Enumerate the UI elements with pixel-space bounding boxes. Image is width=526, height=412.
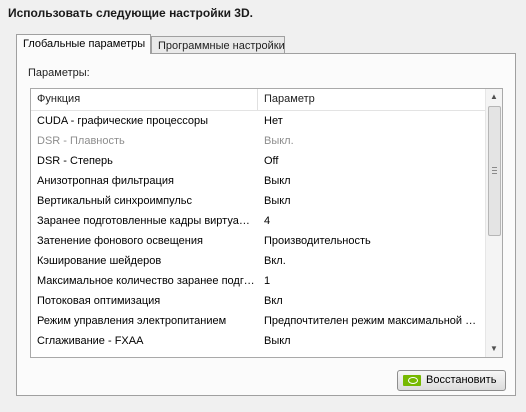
value-cell[interactable]: Производительность	[264, 231, 482, 251]
feature-cell: Кэширование шейдеров	[37, 255, 162, 267]
value-cell[interactable]: Нет	[264, 111, 482, 131]
value-cell[interactable]: Выкл	[264, 191, 482, 211]
table-row: DSR - Плавность Выкл.	[31, 131, 487, 151]
value-cell[interactable]: Выкл	[264, 171, 482, 191]
table-row[interactable]: Максимальное количество заранее подготов…	[31, 271, 487, 291]
table-row[interactable]: Заранее подготовленные кадры виртуальной…	[31, 211, 487, 231]
feature-cell: Вертикальный синхроимпульс	[37, 195, 193, 207]
feature-cell: Заранее подготовленные кадры виртуальной…	[37, 215, 255, 227]
grip-icon	[492, 167, 497, 176]
table-row[interactable]: Режим управления электропитанием Предпоч…	[31, 311, 487, 331]
table-row[interactable]: Кэширование шейдеров Вкл.	[31, 251, 487, 271]
table-row[interactable]: Вертикальный синхроимпульс Выкл	[31, 191, 487, 211]
table-row[interactable]: DSR - Степерь Off	[31, 151, 487, 171]
value-cell[interactable]: Вкл	[264, 291, 482, 311]
list-header: Функция Параметр	[31, 89, 487, 111]
feature-cell: Режим управления электропитанием	[37, 315, 227, 327]
feature-cell: Затенение фонового освещения	[37, 235, 203, 247]
settings-panel: Параметры: Функция Параметр CUDA - графи…	[16, 53, 516, 396]
parameters-label: Параметры:	[28, 67, 90, 79]
value-cell: Выкл.	[264, 135, 294, 147]
table-row[interactable]: Потоковая оптимизация Вкл	[31, 291, 487, 311]
table-row[interactable]: Сглаживание - FXAA Выкл	[31, 331, 487, 351]
table-row[interactable]: CUDA - графические процессоры Нет	[31, 111, 487, 131]
nvidia-logo-icon	[403, 375, 421, 386]
table-row[interactable]: Анизотропная фильтрация Выкл	[31, 171, 487, 191]
scroll-up-arrow-icon[interactable]: ▲	[486, 89, 502, 105]
feature-cell: Сглаживание - FXAA	[37, 335, 144, 347]
feature-cell: Анизотропная фильтрация	[37, 175, 174, 187]
feature-cell: DSR - Степерь	[37, 155, 113, 167]
value-cell[interactable]: 1	[264, 271, 482, 291]
value-cell[interactable]: Предпочтителен режим максимальной произв…	[264, 311, 482, 331]
tab-program-settings[interactable]: Программные настройки	[151, 36, 285, 54]
settings-list: Функция Параметр CUDA - графические проц…	[30, 88, 503, 358]
value-cell[interactable]: Вкл.	[264, 251, 482, 271]
tab-global-settings[interactable]: Глобальные параметры	[16, 34, 151, 54]
scrollbar-thumb[interactable]	[488, 106, 501, 236]
restore-button[interactable]: Восстановить	[397, 370, 506, 391]
restore-button-label: Восстановить	[426, 374, 497, 386]
table-row[interactable]: Затенение фонового освещения Производите…	[31, 231, 487, 251]
column-header-setting[interactable]: Параметр	[257, 89, 315, 110]
settings-rows: CUDA - графические процессоры Нет DSR - …	[31, 111, 487, 351]
value-cell[interactable]: Выкл	[264, 331, 482, 351]
feature-cell: Максимальное количество заранее подготов…	[37, 275, 255, 287]
feature-cell: Потоковая оптимизация	[37, 295, 161, 307]
vertical-scrollbar[interactable]: ▲ ▼	[485, 89, 502, 357]
feature-cell: DSR - Плавность	[37, 135, 125, 147]
column-header-feature[interactable]: Функция	[37, 89, 80, 110]
value-cell[interactable]: Off	[264, 151, 482, 171]
page-heading: Использовать следующие настройки 3D.	[8, 6, 253, 20]
value-cell[interactable]: 4	[264, 211, 482, 231]
feature-cell: CUDA - графические процессоры	[37, 115, 209, 127]
scroll-down-arrow-icon[interactable]: ▼	[486, 341, 502, 357]
